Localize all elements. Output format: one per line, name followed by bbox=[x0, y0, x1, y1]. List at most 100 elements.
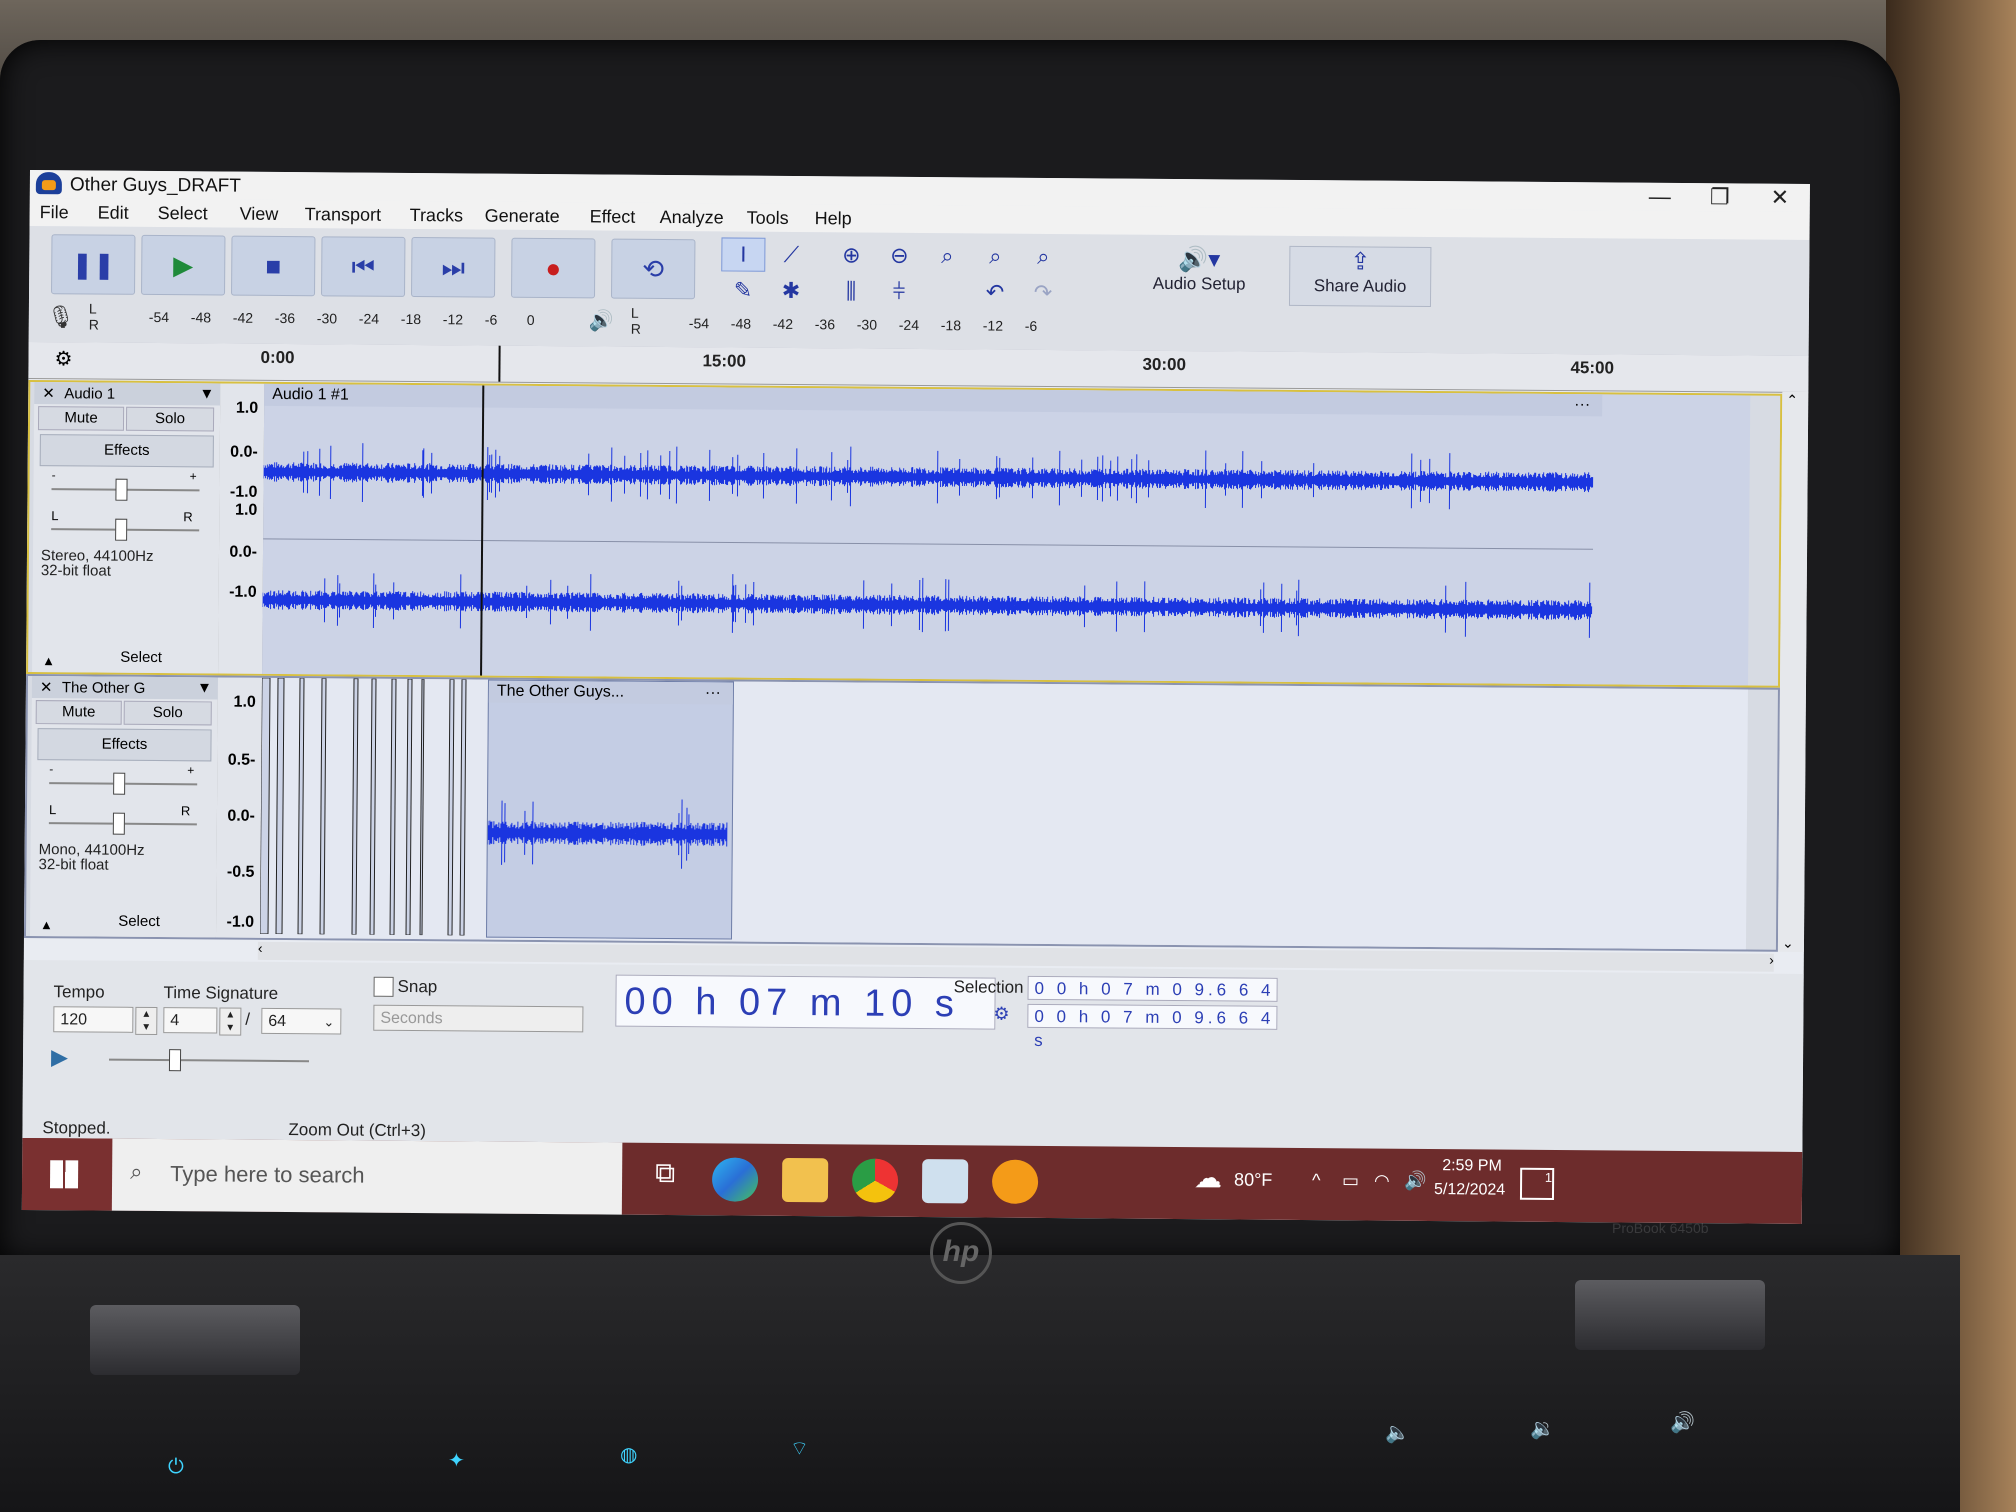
track-menu-icon[interactable]: ▼ bbox=[199, 385, 214, 402]
solo-button[interactable]: Solo bbox=[125, 406, 215, 432]
weather-temp[interactable]: 80°F bbox=[1234, 1169, 1272, 1190]
snap-unit-select[interactable]: Seconds bbox=[373, 1004, 584, 1033]
menu-analyze[interactable]: Analyze bbox=[660, 207, 724, 229]
track-the-other-guys[interactable]: ✕ The Other G ▼ Mute Solo Effects - + L … bbox=[23, 673, 1780, 952]
audacity-taskbar-icon[interactable] bbox=[991, 1159, 1039, 1204]
multi-tool-button[interactable]: ✱ bbox=[769, 274, 813, 308]
clip-menu-icon[interactable]: ··· bbox=[1574, 394, 1590, 416]
tempo-input[interactable]: 120 bbox=[53, 1006, 134, 1033]
redo-button[interactable]: ↷ bbox=[1021, 276, 1065, 310]
selection-tool-button[interactable]: I bbox=[721, 237, 766, 272]
effects-button[interactable]: Effects bbox=[37, 728, 212, 762]
menu-generate[interactable]: Generate bbox=[485, 206, 560, 228]
zoom-toggle-button[interactable]: ⌕ bbox=[1021, 240, 1065, 274]
clip-fragment[interactable] bbox=[419, 678, 425, 936]
chrome-icon[interactable] bbox=[851, 1158, 899, 1203]
edge-icon[interactable] bbox=[711, 1157, 759, 1202]
time-display[interactable]: 00 h 07 m 10 s bbox=[615, 974, 996, 1030]
numerator-spinner[interactable]: ▲ ▼ bbox=[219, 1007, 242, 1036]
close-track-icon[interactable]: ✕ bbox=[40, 678, 53, 696]
clip-fragment[interactable] bbox=[369, 678, 377, 936]
clock-time[interactable]: 2:59 PM bbox=[1442, 1157, 1502, 1175]
play-speed-knob[interactable] bbox=[168, 1049, 182, 1072]
waveform-area[interactable]: Audio 1 #1 ··· bbox=[262, 383, 1751, 686]
microphone-icon[interactable]: 🎙 bbox=[47, 304, 75, 330]
mute-button[interactable]: Mute bbox=[37, 406, 125, 431]
vertical-scale[interactable]: 1.0 0.0- -1.0 1.0 0.0- -1.0 bbox=[218, 383, 266, 674]
scroll-right-icon[interactable]: › bbox=[1769, 952, 1774, 968]
pan-slider-knob[interactable] bbox=[115, 518, 128, 541]
menu-transport[interactable]: Transport bbox=[305, 204, 382, 226]
taskbar-search[interactable]: ⌕ Type here to search bbox=[111, 1138, 623, 1215]
tray-overflow-icon[interactable]: ^ bbox=[1312, 1170, 1321, 1191]
task-view-icon[interactable]: ⧉ bbox=[642, 1157, 688, 1201]
gain-slider-knob[interactable] bbox=[113, 772, 126, 795]
track-name-bar[interactable]: ✕ Audio 1 ▼ bbox=[34, 382, 221, 406]
playback-speaker-icon[interactable]: 🔊 bbox=[589, 308, 614, 333]
playback-meter[interactable]: -54 -48 -42 -36 -30 -24 -18 -12 -6 bbox=[689, 315, 1089, 338]
vertical-scrollbar[interactable]: ⌃ ⌄ bbox=[1777, 391, 1809, 952]
tempo-spinner[interactable]: ▲ ▼ bbox=[135, 1006, 158, 1036]
clip-fragment[interactable] bbox=[275, 677, 285, 935]
close-button[interactable]: ✕ bbox=[1750, 184, 1810, 212]
collapse-track-icon[interactable]: ▲ bbox=[42, 653, 55, 668]
gain-slider[interactable] bbox=[49, 772, 198, 795]
select-track-button[interactable]: Select bbox=[64, 912, 214, 935]
trim-button[interactable]: ⫼ bbox=[829, 274, 873, 308]
scroll-up-icon[interactable]: ⌃ bbox=[1786, 392, 1798, 409]
clip-fragment[interactable] bbox=[405, 678, 413, 936]
loop-button[interactable]: ⟲ bbox=[611, 238, 696, 300]
track-name-bar[interactable]: ✕ The Other G ▼ bbox=[31, 676, 219, 700]
menu-tools[interactable]: Tools bbox=[747, 208, 789, 229]
menu-tracks[interactable]: Tracks bbox=[410, 205, 463, 226]
snap-checkbox[interactable] bbox=[373, 976, 394, 997]
pan-slider[interactable] bbox=[51, 518, 200, 541]
notes-app-icon[interactable] bbox=[921, 1159, 969, 1204]
skip-to-start-button[interactable]: ⏮ bbox=[321, 236, 406, 297]
selection-settings-icon[interactable]: ⚙ bbox=[993, 1004, 1009, 1025]
time-signature-numerator[interactable]: 4 bbox=[163, 1007, 218, 1034]
play-speed-slider[interactable] bbox=[109, 1049, 310, 1072]
play-button[interactable]: ▶ bbox=[141, 234, 226, 296]
gain-slider-knob[interactable] bbox=[115, 478, 128, 501]
menu-effect[interactable]: Effect bbox=[590, 206, 636, 227]
clip-fragment[interactable] bbox=[351, 678, 359, 936]
clip-fragment[interactable] bbox=[447, 678, 455, 936]
waveform-area[interactable]: The Other Guys... ··· bbox=[259, 677, 1748, 950]
selection-end-time[interactable]: 0 0 h 0 7 m 0 9.6 6 4 s bbox=[1027, 1003, 1278, 1050]
select-track-button[interactable]: Select bbox=[66, 648, 216, 671]
battery-icon[interactable]: ▭ bbox=[1342, 1170, 1359, 1191]
menu-help[interactable]: Help bbox=[815, 208, 852, 229]
clip-fragment[interactable] bbox=[389, 678, 397, 936]
audio-setup-button[interactable]: 🔊▾ Audio Setup bbox=[1139, 245, 1259, 304]
envelope-tool-button[interactable]: ⟋ bbox=[769, 238, 813, 272]
scroll-down-icon[interactable]: ⌄ bbox=[1782, 935, 1794, 952]
selection-start-time[interactable]: 0 0 h 0 7 m 0 9.6 6 4 s bbox=[1027, 975, 1278, 1022]
zoom-out-button[interactable]: ⊖ bbox=[877, 239, 921, 273]
pan-slider[interactable] bbox=[48, 812, 197, 835]
record-meter[interactable]: -54 -48 -42 -36 -30 -24 -18 -12 -6 0 bbox=[149, 309, 569, 332]
clock-date[interactable]: 5/12/2024 bbox=[1434, 1181, 1505, 1200]
pan-slider-knob[interactable] bbox=[112, 812, 125, 835]
time-signature-denominator[interactable]: 64 ⌄ bbox=[261, 1007, 342, 1035]
solo-button[interactable]: Solo bbox=[123, 700, 212, 726]
clip-fragment[interactable] bbox=[459, 678, 467, 936]
track-audio-1[interactable]: ✕ Audio 1 ▼ Mute Solo Effects - + L R St… bbox=[26, 379, 1783, 688]
effects-button[interactable]: Effects bbox=[39, 434, 214, 468]
clip-fragment[interactable] bbox=[260, 677, 271, 935]
fit-selection-button[interactable]: ⌕ bbox=[925, 239, 969, 273]
start-button[interactable] bbox=[21, 1137, 113, 1211]
wifi-icon[interactable]: ◠ bbox=[1374, 1171, 1390, 1192]
menu-file[interactable]: File bbox=[40, 202, 69, 223]
timeline-settings-icon[interactable]: ⚙ bbox=[54, 346, 72, 371]
restore-button[interactable]: ❐ bbox=[1690, 183, 1750, 211]
mute-button[interactable]: Mute bbox=[35, 700, 122, 725]
clip-menu-icon[interactable]: ··· bbox=[705, 682, 721, 704]
clip-fragment[interactable] bbox=[297, 677, 305, 935]
clip-header[interactable]: The Other Guys... ··· bbox=[488, 680, 733, 705]
stop-button[interactable]: ■ bbox=[231, 235, 316, 297]
file-explorer-icon[interactable] bbox=[781, 1157, 829, 1203]
clip-fragment[interactable] bbox=[319, 677, 327, 935]
play-at-speed-icon[interactable]: ▶ bbox=[51, 1044, 68, 1070]
record-button[interactable]: ● bbox=[511, 237, 596, 299]
